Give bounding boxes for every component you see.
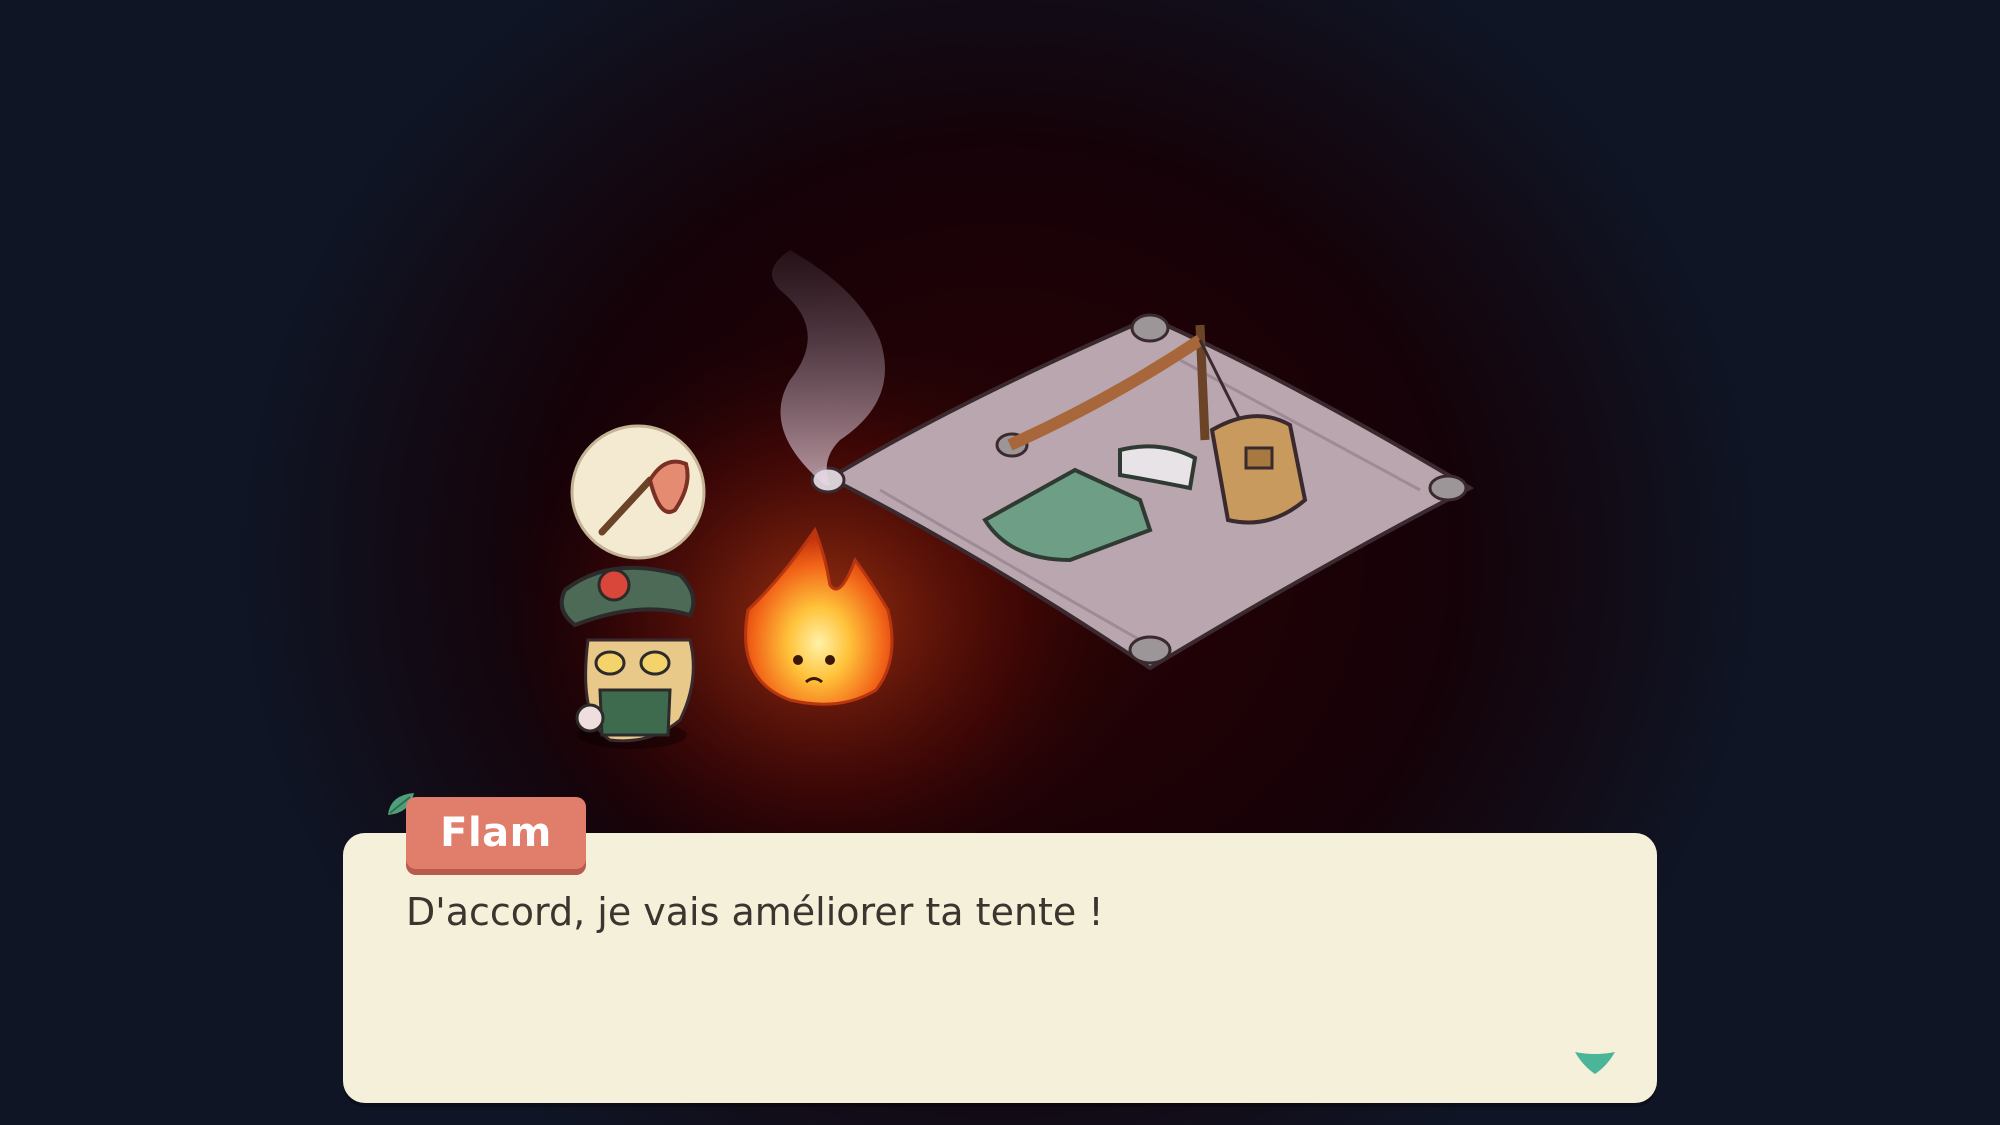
dialog-box[interactable] — [343, 833, 1657, 1103]
advance-arrow-icon[interactable] — [1573, 1050, 1617, 1076]
speaker-name-tag: Flam — [406, 797, 586, 869]
dialog-text: D'accord, je vais améliorer ta tente ! — [406, 890, 1104, 934]
speaker-name: Flam — [440, 810, 552, 856]
tarp-stone — [1128, 635, 1172, 665]
tarp-stone — [1130, 313, 1170, 343]
tarp-stone — [1428, 474, 1468, 502]
backpack — [1209, 414, 1308, 525]
game-scene: Flam D'accord, je vais améliorer ta tent… — [0, 0, 2000, 1125]
thought-bubble — [570, 424, 706, 560]
flam-eye — [825, 655, 835, 665]
flam-eye — [793, 655, 803, 665]
